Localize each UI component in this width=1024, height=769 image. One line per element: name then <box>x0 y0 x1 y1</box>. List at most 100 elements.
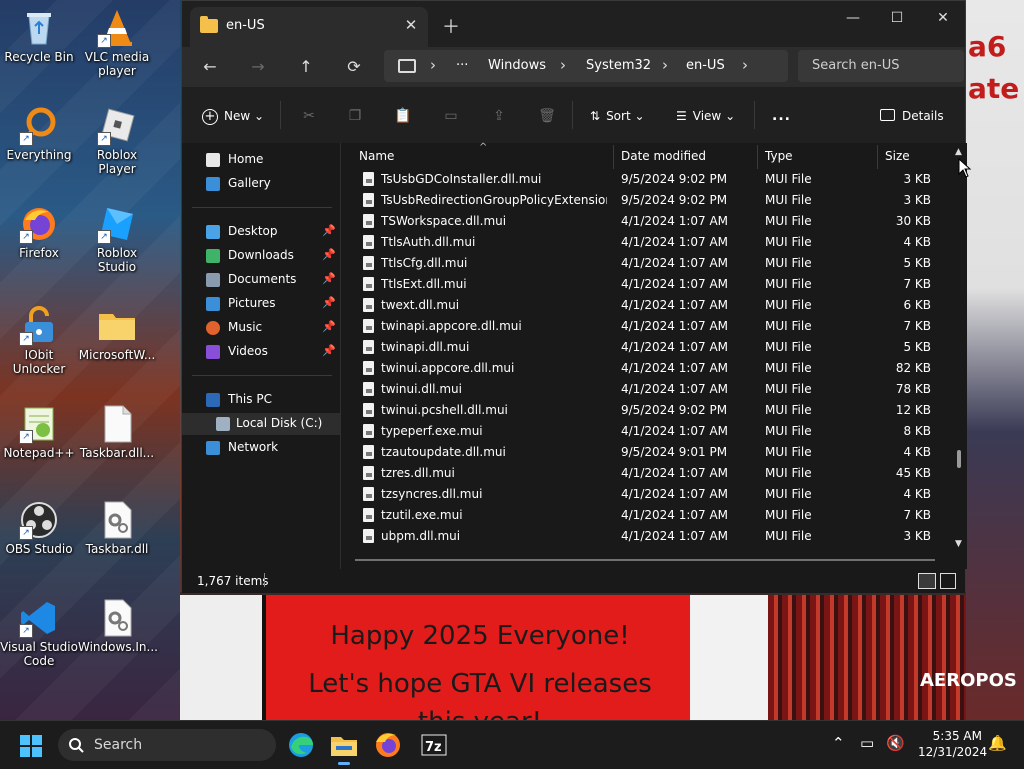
tab-en-us[interactable]: en-US ✕ <box>190 7 428 47</box>
column-divider[interactable] <box>877 145 878 169</box>
file-row[interactable]: TtlsAuth.dll.mui 4/1/2024 1:07 AM MUI File… <box>341 232 941 253</box>
desktop-icon-vlc[interactable]: ↗ VLC media player <box>78 8 156 78</box>
forward-button[interactable]: → <box>246 55 270 79</box>
clock[interactable]: 5:35 AM 12/31/2024 <box>918 728 987 760</box>
nav-item-home[interactable]: Home <box>182 149 340 171</box>
cut-icon[interactable]: ✂ <box>300 107 318 125</box>
edge-icon[interactable] <box>285 729 317 761</box>
more-options-button[interactable]: ... <box>772 105 791 127</box>
nav-item-this-pc[interactable]: This PC <box>182 389 340 411</box>
desktop-icon-roblox-studio[interactable]: ↗ Roblox Studio <box>78 204 156 274</box>
column-divider[interactable] <box>613 145 614 169</box>
file-row[interactable]: tzautoupdate.dll.mui 9/5/2024 9:01 PM MUI … <box>341 442 941 463</box>
file-row[interactable]: TSWorkspace.dll.mui 4/1/2024 1:07 AM MUI F… <box>341 211 941 232</box>
desktop-icon-obs-studio[interactable]: ↗ OBS Studio <box>0 500 78 556</box>
column-size[interactable]: Size <box>885 149 910 163</box>
file-name: twinui.pcshell.dll.mui <box>381 403 508 417</box>
breadcrumb-overflow[interactable]: ··· <box>456 58 468 73</box>
7zip-icon[interactable]: 7z <box>418 729 450 761</box>
file-row[interactable]: tzsyncres.dll.mui 4/1/2024 1:07 AM MUI Fil… <box>341 484 941 505</box>
close-tab-icon[interactable]: ✕ <box>402 16 420 34</box>
file-row[interactable]: TsUsbGDCoInstaller.dll.mui 9/5/2024 9:02 … <box>341 169 941 190</box>
wallpaper-text-2: ate <box>968 72 1020 105</box>
breadcrumb-windows[interactable]: Windows <box>488 58 546 73</box>
column-name[interactable]: Name <box>359 149 394 163</box>
nav-item-music[interactable]: Music 📌 <box>182 317 340 339</box>
back-button[interactable]: ← <box>198 55 222 79</box>
file-explorer-icon[interactable] <box>328 729 360 765</box>
desktop-icon-iobit-unlocker[interactable]: ↗ IObit Unlocker <box>0 306 78 376</box>
file-row[interactable]: twinui.pcshell.dll.mui 9/5/2024 9:02 PM MU… <box>341 400 941 421</box>
desktop-icon-notepad-plus-plus[interactable]: ↗ Notepad++ <box>0 404 78 460</box>
scroll-down-icon[interactable]: ▼ <box>955 539 962 549</box>
address-bar[interactable]: › ··· Windows › System32 › en-US › <box>384 50 788 82</box>
file-type: MUI File <box>765 466 812 480</box>
desktop-icon-microsoftw[interactable]: MicrosoftW... <box>78 306 156 362</box>
desktop-icon-roblox-player[interactable]: ↗ Roblox Player <box>78 106 156 176</box>
file-row[interactable]: tzres.dll.mui 4/1/2024 1:07 AM MUI File 45 … <box>341 463 941 484</box>
nav-item-downloads[interactable]: Downloads 📌 <box>182 245 340 267</box>
nav-item-videos[interactable]: Videos 📌 <box>182 341 340 363</box>
file-row[interactable]: TtlsExt.dll.mui 4/1/2024 1:07 AM MUI File 7… <box>341 274 941 295</box>
file-row[interactable]: TsUsbRedirectionGroupPolicyExtension.d..… <box>341 190 941 211</box>
file-row[interactable]: twinapi.appcore.dll.mui 4/1/2024 1:07 AM M… <box>341 316 941 337</box>
desktop-icon-taskbar-dll-blank[interactable]: Taskbar.dll... <box>78 404 156 460</box>
details-view-icon[interactable] <box>918 573 936 589</box>
desktop-icon-vscode[interactable]: ↗ Visual Studio Code <box>0 598 78 668</box>
show-hidden-icons-chevron-icon[interactable]: ⌃ <box>832 734 845 752</box>
scrollbar-thumb[interactable] <box>957 450 961 468</box>
column-date[interactable]: Date modified <box>621 149 706 163</box>
new-tab-button[interactable]: ＋ <box>442 13 460 39</box>
notifications-bell-icon[interactable]: 🔔 <box>988 734 1007 752</box>
delete-icon[interactable]: 🗑 <box>538 107 556 125</box>
file-row[interactable]: twinui.appcore.dll.mui 4/1/2024 1:07 AM MU… <box>341 358 941 379</box>
file-row[interactable]: twext.dll.mui 4/1/2024 1:07 AM MUI File 6 K… <box>341 295 941 316</box>
scroll-up-icon[interactable]: ▲ <box>955 147 962 157</box>
search-box[interactable]: Search en-US <box>798 50 964 82</box>
up-button[interactable]: ↑ <box>294 55 318 79</box>
close-window-button[interactable]: ✕ <box>920 5 966 31</box>
horizontal-scrollbar[interactable] <box>355 559 935 561</box>
rename-icon[interactable]: ▭ <box>442 107 460 125</box>
desktop-icon-firefox[interactable]: ↗ Firefox <box>0 204 78 260</box>
copy-icon[interactable]: ❐ <box>346 107 364 125</box>
breadcrumb-en-us[interactable]: en-US <box>686 58 725 73</box>
file-type: MUI File <box>765 319 812 333</box>
file-row[interactable]: twinui.dll.mui 4/1/2024 1:07 AM MUI File 78… <box>341 379 941 400</box>
nav-item-local-disk[interactable]: Local Disk (C:) <box>182 413 340 435</box>
refresh-button[interactable]: ⟳ <box>342 55 366 79</box>
videos-icon <box>206 345 220 359</box>
column-divider[interactable] <box>757 145 758 169</box>
desktop-icon-recycle-bin[interactable]: Recycle Bin <box>0 8 78 64</box>
file-row[interactable]: TtlsCfg.dll.mui 4/1/2024 1:07 AM MUI File 5… <box>341 253 941 274</box>
start-button[interactable] <box>20 735 42 757</box>
minimize-button[interactable]: — <box>830 5 876 31</box>
file-row[interactable]: tzutil.exe.mui 4/1/2024 1:07 AM MUI File 7 … <box>341 505 941 526</box>
share-icon[interactable]: ⇪ <box>490 107 508 125</box>
paste-icon[interactable]: 📋 <box>394 107 412 125</box>
nav-item-pictures[interactable]: Pictures 📌 <box>182 293 340 315</box>
vertical-scrollbar[interactable]: ▲ ▼ <box>953 143 967 569</box>
firefox-icon[interactable] <box>372 729 404 761</box>
nav-item-gallery[interactable]: Gallery <box>182 173 340 195</box>
large-icons-view-icon[interactable] <box>940 573 956 589</box>
new-button[interactable]: + New ⌄ <box>202 105 264 127</box>
nav-item-documents[interactable]: Documents 📌 <box>182 269 340 291</box>
nav-item-network[interactable]: Network <box>182 437 340 459</box>
volume-muted-icon[interactable]: 🔇 <box>886 734 905 752</box>
file-row[interactable]: twinapi.dll.mui 4/1/2024 1:07 AM MUI File 5… <box>341 337 941 358</box>
file-row[interactable]: ubpm.dll.mui 4/1/2024 1:07 AM MUI File 3 KB <box>341 526 941 547</box>
nav-item-desktop[interactable]: Desktop 📌 <box>182 221 340 243</box>
details-pane-button[interactable]: Details <box>880 105 944 127</box>
desktop-icon-everything[interactable]: ↗ Everything <box>0 106 78 162</box>
breadcrumb-system32[interactable]: System32 <box>586 58 651 73</box>
desktop-icon-taskbar-dll[interactable]: Taskbar.dll <box>78 500 156 556</box>
sort-button[interactable]: ⇅ Sort ⌄ <box>590 105 645 127</box>
taskbar-search[interactable]: Search <box>58 729 276 761</box>
maximize-button[interactable]: ☐ <box>874 5 920 31</box>
view-button[interactable]: ☰ View ⌄ <box>676 105 735 127</box>
column-type[interactable]: Type <box>765 149 793 163</box>
desktop-icon-windows-in[interactable]: Windows.In... <box>78 598 158 654</box>
file-row[interactable]: typeperf.exe.mui 4/1/2024 1:07 AM MUI File… <box>341 421 941 442</box>
network-status-icon[interactable]: ▭ <box>860 734 874 752</box>
